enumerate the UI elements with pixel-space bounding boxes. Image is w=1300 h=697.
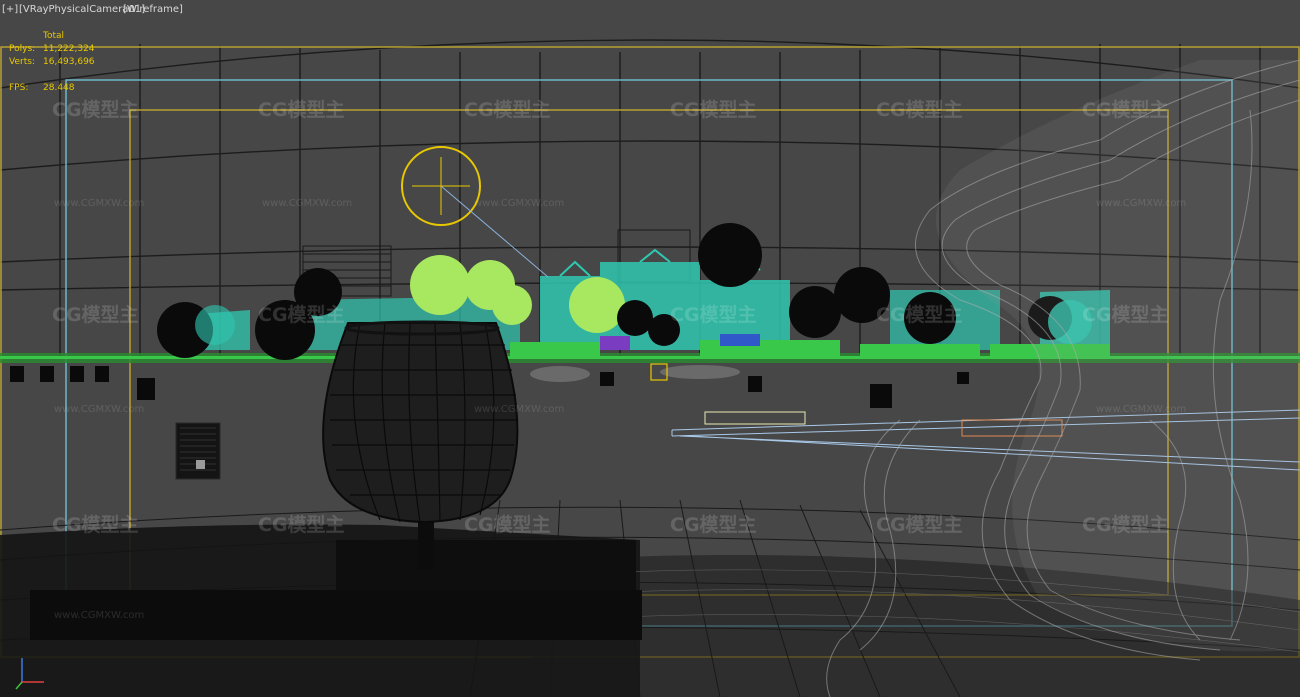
fps-counter: FPS: 28.448 [9,83,75,93]
polys-label: Polys: [9,44,36,54]
viewport[interactable]: CG模型主 CG模型主 CG模型主 CG模型主 CG模型主 CG模型主 CG模型… [0,0,1300,697]
watermark-logo: CG模型主 [876,99,963,121]
watermark-logo: CG模型主 [670,514,757,536]
watermark-logo: CG模型主 [52,514,139,536]
watermark-logo: CG模型主 [876,514,963,536]
fps-label: FPS: [9,83,29,93]
verts-value: 16,493,696 [43,57,95,67]
watermark-logo: CG模型主 [1082,99,1169,121]
viewport-shading-label[interactable]: [Wireframe] [123,4,183,15]
watermark-url: www.CGMXW.com [54,610,145,621]
watermark-logo: CG模型主 [464,99,551,121]
watermark-url: www.CGMXW.com [474,198,565,209]
watermark-logo: CG模型主 [258,514,345,536]
goblet-planter [322,320,519,524]
fps-value: 28.448 [43,83,75,93]
watermark-logo: CG模型主 [52,304,139,326]
watermark-logo: CG模型主 [1082,304,1169,326]
verts-label: Verts: [9,57,35,67]
stats-polys-row: Polys: 11,222,324 [9,43,95,56]
watermark-logo: CG模型主 [258,99,345,121]
watermark-url: www.CGMXW.com [54,404,145,415]
watermark-url: www.CGMXW.com [1096,404,1187,415]
scene-statistics: Total Polys: 11,222,324 Verts: 16,493,69… [9,30,95,69]
stats-verts-row: Verts: 16,493,696 [9,56,95,69]
watermark-logo: CG模型主 [670,99,757,121]
watermark-logo: CG模型主 [52,99,139,121]
stats-header: Total [43,31,65,41]
watermark-url: www.CGMXW.com [474,404,565,415]
axis-gizmo-icon [15,658,44,690]
watermark-url: www.CGMXW.com [1096,198,1187,209]
planter-base [336,540,636,592]
watermark-url: www.CGMXW.com [54,198,145,209]
watermark-logo: CG模型主 [876,304,963,326]
polys-value: 11,222,324 [43,44,95,54]
speaker-box [175,422,221,480]
viewport-menu-plus[interactable]: [+] [2,4,18,15]
watermark-url: www.CGMXW.com [262,198,353,209]
watermark-logo: CG模型主 [464,514,551,536]
watermark-logo: CG模型主 [1082,514,1169,536]
watermark-logo: CG模型主 [670,304,757,326]
watermark-logo: CG模型主 [258,304,345,326]
